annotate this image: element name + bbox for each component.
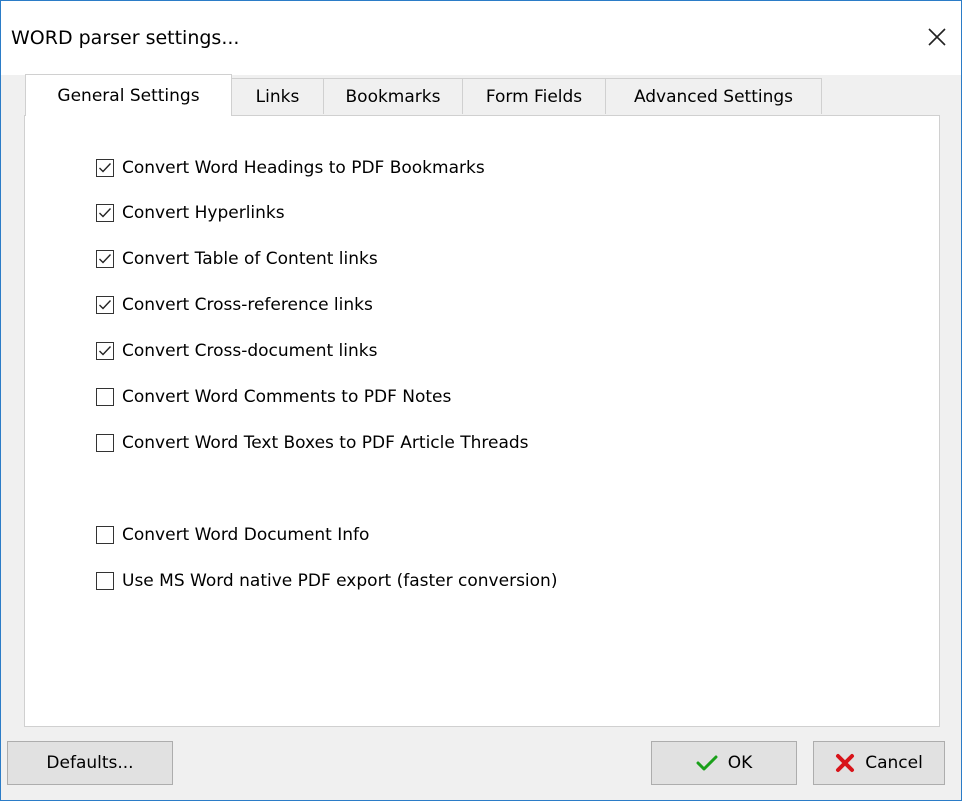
window-title: WORD parser settings...: [11, 27, 240, 49]
tab-label: Bookmarks: [345, 86, 441, 107]
option-native-pdf-export[interactable]: Use MS Word native PDF export (faster co…: [96, 569, 557, 593]
option-label: Convert Hyperlinks: [122, 203, 285, 223]
option-label: Convert Table of Content links: [122, 249, 378, 269]
tab-label: Form Fields: [485, 86, 583, 107]
option-convert-hyperlinks[interactable]: Convert Hyperlinks: [96, 201, 285, 225]
cross-icon: [836, 754, 855, 772]
tab-label: Links: [255, 86, 300, 107]
checkbox[interactable]: [96, 434, 114, 452]
cancel-button-label: Cancel: [865, 753, 923, 773]
checkbox[interactable]: [96, 204, 114, 222]
ok-button[interactable]: OK: [651, 741, 797, 785]
check-icon: [99, 163, 112, 173]
option-label: Convert Word Headings to PDF Bookmarks: [122, 158, 485, 178]
check-icon: [99, 254, 112, 264]
tab-bookmarks[interactable]: Bookmarks: [323, 78, 463, 114]
tab-advanced-settings[interactable]: Advanced Settings: [605, 78, 822, 114]
cancel-button[interactable]: Cancel: [813, 741, 945, 785]
dialog-window: WORD parser settings... General Settings…: [0, 0, 962, 801]
tab-links[interactable]: Links: [231, 78, 324, 114]
tab-label: General Settings: [57, 85, 200, 106]
checkbox[interactable]: [96, 250, 114, 268]
checkbox[interactable]: [96, 296, 114, 314]
option-label: Convert Cross-reference links: [122, 295, 373, 315]
option-label: Convert Cross-document links: [122, 341, 378, 361]
checkbox[interactable]: [96, 388, 114, 406]
defaults-button-label: Defaults...: [46, 753, 134, 773]
close-icon: [928, 28, 946, 46]
ok-button-label: OK: [727, 753, 753, 773]
title-bar: WORD parser settings...: [1, 1, 961, 75]
checkbox[interactable]: [96, 572, 114, 590]
checkmark-icon: [696, 755, 718, 771]
check-icon: [99, 300, 112, 310]
option-convert-cross-reference-links[interactable]: Convert Cross-reference links: [96, 293, 373, 317]
tab-label: Advanced Settings: [633, 86, 794, 107]
option-convert-cross-document-links[interactable]: Convert Cross-document links: [96, 339, 377, 363]
option-label: Use MS Word native PDF export (faster co…: [122, 571, 558, 591]
option-convert-headings[interactable]: Convert Word Headings to PDF Bookmarks: [96, 156, 485, 180]
checkbox[interactable]: [96, 342, 114, 360]
check-icon: [99, 346, 112, 356]
defaults-button[interactable]: Defaults...: [7, 741, 173, 785]
option-convert-toc-links[interactable]: Convert Table of Content links: [96, 247, 378, 271]
option-convert-document-info[interactable]: Convert Word Document Info: [96, 523, 369, 547]
tab-general-settings[interactable]: General Settings: [25, 74, 232, 116]
option-label: Convert Word Document Info: [122, 525, 370, 545]
option-convert-comments[interactable]: Convert Word Comments to PDF Notes: [96, 385, 451, 409]
close-button[interactable]: [917, 17, 957, 57]
checkbox[interactable]: [96, 526, 114, 544]
checkbox[interactable]: [96, 159, 114, 177]
option-convert-text-boxes[interactable]: Convert Word Text Boxes to PDF Article T…: [96, 431, 529, 455]
check-icon: [99, 208, 112, 218]
option-label: Convert Word Comments to PDF Notes: [122, 387, 452, 407]
tab-form-fields[interactable]: Form Fields: [462, 78, 606, 114]
option-label: Convert Word Text Boxes to PDF Article T…: [122, 433, 529, 453]
